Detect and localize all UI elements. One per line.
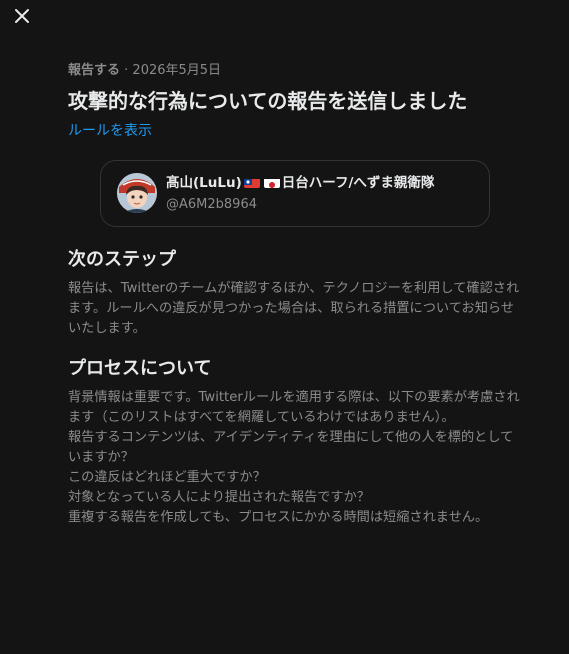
process-line: 背景情報は重要です。Twitterルールを適用する際は、以下の要素が考慮されます… [68,390,520,425]
next-steps-body: 報告は、Twitterのチームが確認するほか、テクノロジーを利用して確認されます… [68,281,520,336]
user-name-suffix: 日台ハーフ/へずま親衛隊 [281,175,435,191]
report-date: 2026年5月5日 [132,63,222,78]
japan-flag-icon [263,176,280,188]
user-handle: @A6M2b8964 [166,197,257,212]
process-body: 背景情報は重要です。Twitterルールを適用する際は、以下の要素が考慮されます… [68,388,523,528]
taiwan-flag-icon [243,176,260,188]
close-icon [15,9,29,23]
process-line: 報告するコンテンツは、アイデンティティを理由にして他の人を標的としていますか？ [68,430,514,465]
report-confirmation: 報告する · 2026年5月5日 攻撃的な行為についての報告を送信しました ルー… [68,60,523,528]
close-button[interactable] [12,6,32,26]
user-display-name: 髙山(LuLu) 日台ハーフ/へずま親衛隊 [166,172,434,194]
report-meta: 報告する · 2026年5月5日 [68,60,523,82]
report-kind: 報告する [68,63,121,78]
process-line: この違反はどれほど重大ですか？ [68,470,266,485]
process-heading: プロセスについて [68,358,212,379]
page-title: 攻撃的な行為についての報告を送信しました [68,89,468,113]
view-rules-link[interactable]: ルールを表示 [68,121,152,141]
reported-user-card[interactable]: 髙山(LuLu) 日台ハーフ/へずま親衛隊 @A6M2b8964 [100,160,490,227]
process-line: 重複する報告を作成しても、プロセスにかかる時間は短縮されません。 [68,510,489,525]
next-steps-heading: 次のステップ [68,249,176,270]
user-name-prefix: 髙山(LuLu) [166,175,242,191]
avatar [117,173,157,213]
process-line: 対象となっている人により提出された報告ですか？ [68,490,370,505]
meta-separator: · [120,63,133,78]
